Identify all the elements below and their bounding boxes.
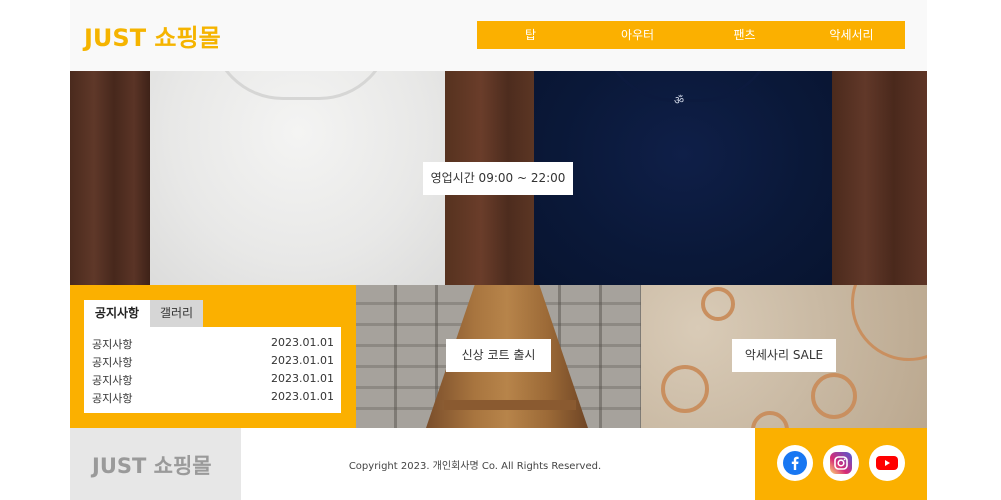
site-logo[interactable]: JUST 쇼핑몰 xyxy=(84,18,221,53)
ring-image xyxy=(751,411,789,428)
youtube-icon[interactable] xyxy=(869,445,905,481)
notice-item[interactable]: 공지사항 2023.01.01 xyxy=(92,370,334,388)
bangle-image xyxy=(851,285,927,361)
notice-title: 공지사항 xyxy=(92,392,133,405)
accessory-banner[interactable]: 악세사리 SALE xyxy=(641,285,927,428)
tshirt-collar xyxy=(210,71,392,100)
hero-banner: ॐ 영업시간 09:00 ~ 22:00 xyxy=(70,71,927,285)
nav-item-pants[interactable]: 팬츠 xyxy=(691,21,798,49)
coat-belt xyxy=(444,400,576,410)
wood-background xyxy=(832,71,927,285)
tab-gallery[interactable]: 갤러리 xyxy=(150,300,203,327)
notice-title: 공지사항 xyxy=(92,374,133,387)
notice-item[interactable]: 공지사항 2023.01.01 xyxy=(92,388,334,406)
tab-notice[interactable]: 공지사항 xyxy=(84,300,150,327)
ring-image xyxy=(661,365,709,413)
nav-item-accessories[interactable]: 악세서리 xyxy=(798,21,905,49)
footer-logo-area: JUST 쇼핑몰 xyxy=(70,428,241,500)
ring-image xyxy=(811,373,857,419)
nav-item-top[interactable]: 탑 xyxy=(477,21,584,49)
white-tshirt-image xyxy=(150,71,446,285)
notice-panel: 공지사항 갤러리 공지사항 2023.01.01 공지사항 2023.01.01… xyxy=(70,285,356,428)
coat-banner-label[interactable]: 신상 코트 출시 xyxy=(446,339,551,372)
notice-title: 공지사항 xyxy=(92,356,133,369)
instagram-icon[interactable] xyxy=(823,445,859,481)
main-nav: 탑 아우터 팬츠 악세서리 xyxy=(477,21,905,49)
notice-item[interactable]: 공지사항 2023.01.01 xyxy=(92,334,334,352)
footer-logo[interactable]: JUST 쇼핑몰 xyxy=(92,450,212,480)
tshirt-collar xyxy=(600,71,776,102)
notice-list: 공지사항 2023.01.01 공지사항 2023.01.01 공지사항 202… xyxy=(84,327,341,413)
social-links xyxy=(755,428,927,500)
notice-date: 2023.01.01 xyxy=(271,390,334,403)
wood-background xyxy=(70,71,150,285)
header: JUST 쇼핑몰 탑 아우터 팬츠 악세서리 xyxy=(70,0,927,71)
coat-banner[interactable]: 신상 코트 출시 xyxy=(356,285,641,428)
notice-item[interactable]: 공지사항 2023.01.01 xyxy=(92,352,334,370)
footer: JUST 쇼핑몰 Copyright 2023. 개인회사명 Co. All R… xyxy=(70,428,927,500)
facebook-icon[interactable] xyxy=(777,445,813,481)
accessory-banner-label[interactable]: 악세사리 SALE xyxy=(732,339,836,372)
notice-date: 2023.01.01 xyxy=(271,372,334,385)
notice-date: 2023.01.01 xyxy=(271,336,334,349)
copyright-text: Copyright 2023. 개인회사명 Co. All Rights Res… xyxy=(348,461,602,472)
tshirt-logo-icon: ॐ xyxy=(674,94,685,107)
nav-item-outer[interactable]: 아우터 xyxy=(584,21,691,49)
navy-tshirt-image: ॐ xyxy=(534,71,832,285)
page: JUST 쇼핑몰 탑 아우터 팬츠 악세서리 ॐ 영업시간 09:00 ~ 22… xyxy=(70,0,927,500)
business-hours: 영업시간 09:00 ~ 22:00 xyxy=(423,162,573,195)
earring-image xyxy=(701,287,735,321)
notice-title: 공지사항 xyxy=(92,338,133,351)
notice-date: 2023.01.01 xyxy=(271,354,334,367)
